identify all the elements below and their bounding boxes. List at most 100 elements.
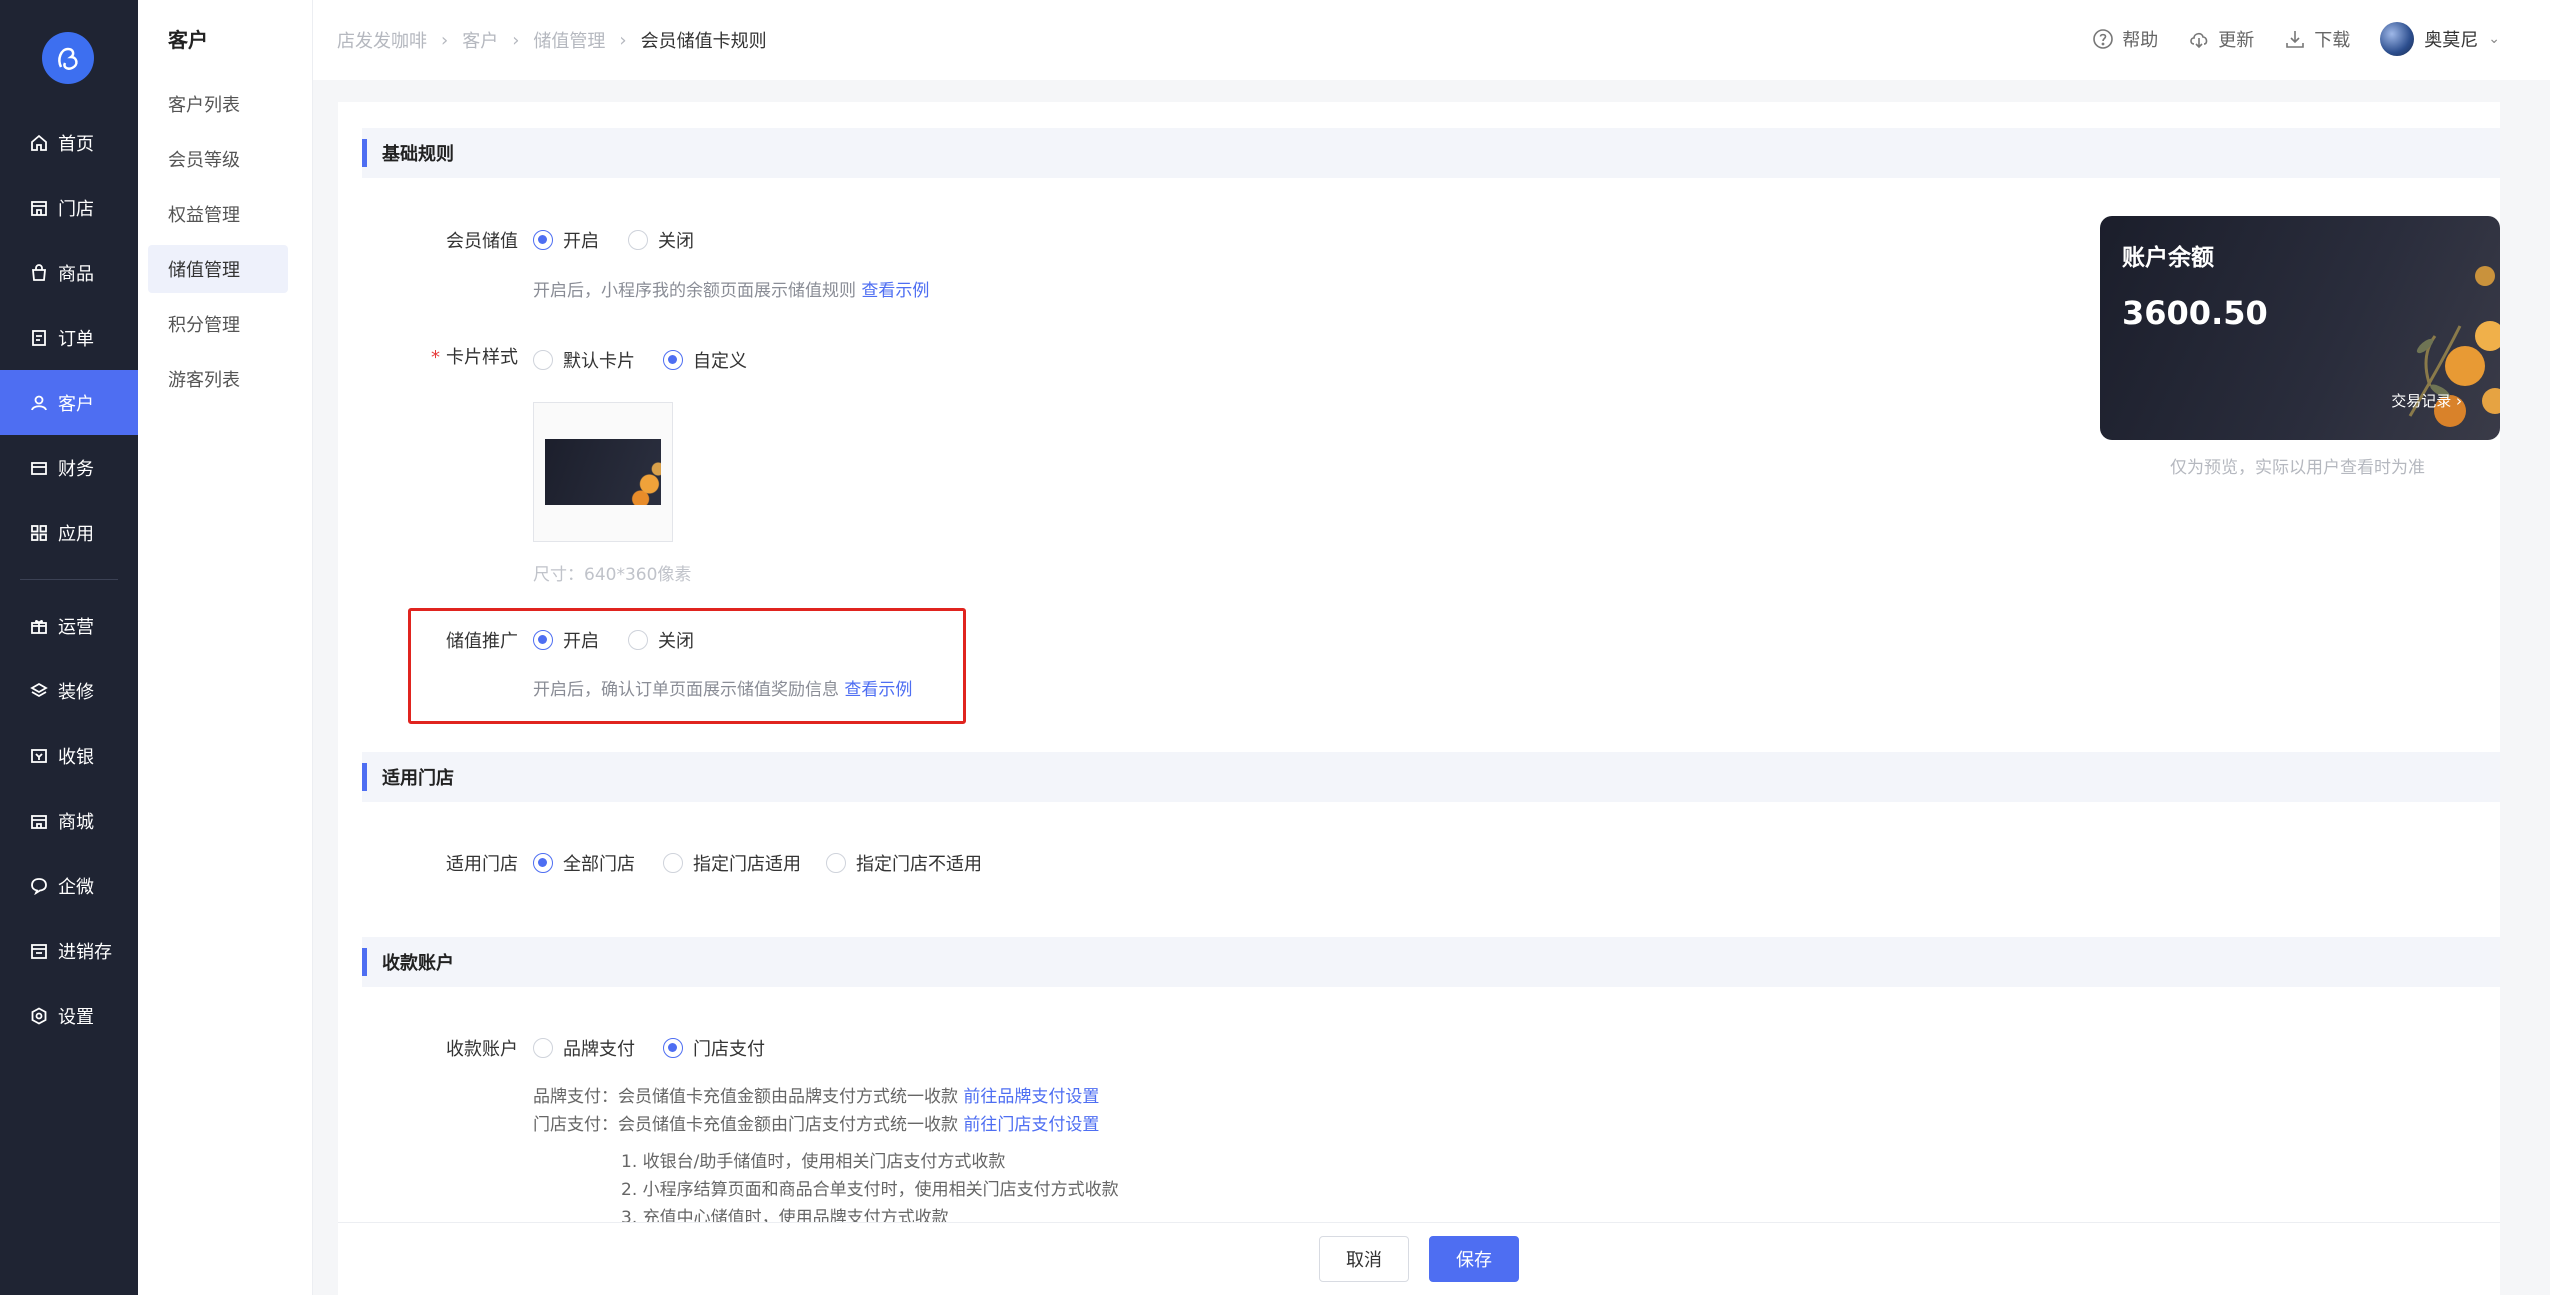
radio-unchecked-icon — [826, 853, 846, 873]
all-stores-radio[interactable]: 全部门店 — [533, 850, 635, 876]
specified-stores-radio[interactable]: 指定门店适用 — [663, 850, 801, 876]
submenu-item-benefits[interactable]: 权益管理 — [148, 190, 288, 238]
cancel-button[interactable]: 取消 — [1319, 1236, 1409, 1282]
user-icon — [30, 394, 48, 412]
nav-item-settings[interactable]: 设置 — [0, 983, 138, 1048]
nav-item-decoration[interactable]: 装修 — [0, 658, 138, 723]
avatar — [2380, 22, 2415, 56]
excluded-stores-radio[interactable]: 指定门店不适用 — [826, 850, 982, 876]
nav-item-apps[interactable]: 应用 — [0, 500, 138, 565]
nav-label: 进销存 — [58, 941, 112, 963]
section-accent-bar — [362, 763, 367, 791]
nav-item-customers[interactable]: 客户 — [0, 370, 138, 435]
breadcrumb-item[interactable]: 储值管理 — [533, 27, 605, 53]
brand-pay-desc: 品牌支付：会员储值卡充值金额由品牌支付方式统一收款 前往品牌支付设置 — [533, 1087, 1100, 1107]
nav-item-cashier[interactable]: 收银 — [0, 723, 138, 788]
download-button[interactable]: 下载 — [2284, 26, 2350, 52]
nav-label: 装修 — [58, 681, 94, 703]
nav-item-goods[interactable]: 商品 — [0, 240, 138, 305]
breadcrumb-item[interactable]: 客户 — [462, 27, 498, 53]
brand-logo[interactable] — [42, 32, 94, 84]
section-accent-bar — [362, 139, 367, 167]
preview-title: 账户余额 — [2122, 245, 2214, 271]
logo-icon — [58, 47, 78, 70]
inventory-icon — [30, 942, 48, 960]
nav-item-orders[interactable]: 订单 — [0, 305, 138, 370]
main-content: 基础规则 会员储值 开启 关闭 开启后，小程序我的余额页面展示储值规则 查看示例… — [338, 102, 2500, 1295]
promo-on-radio[interactable]: 开启 — [533, 627, 599, 653]
nav-item-inventory[interactable]: 进销存 — [0, 918, 138, 983]
store-icon — [30, 199, 48, 217]
gift-icon — [30, 617, 48, 635]
see-example-link[interactable]: 查看示例 — [861, 281, 929, 301]
nav-label: 门店 — [58, 198, 94, 220]
brand-pay-settings-link[interactable]: 前往品牌支付设置 — [963, 1087, 1099, 1107]
breadcrumb-current: 会员储值卡规则 — [640, 31, 767, 52]
download-label: 下载 — [2314, 30, 2351, 51]
nav-item-operations[interactable]: 运营 — [0, 593, 138, 658]
card-image-upload[interactable] — [533, 402, 673, 542]
promo-off-radio[interactable]: 关闭 — [628, 627, 694, 653]
stored-value-hint: 开启后，小程序我的余额页面展示储值规则 查看示例 — [533, 281, 930, 301]
section-title: 收款账户 — [382, 953, 454, 974]
nav-label: 应用 — [58, 523, 94, 545]
submenu-item-member-levels[interactable]: 会员等级 — [148, 135, 288, 183]
home-icon — [30, 134, 48, 152]
help-icon — [2093, 29, 2114, 49]
nav-item-home[interactable]: 首页 — [0, 110, 138, 175]
submenu-item-visitors[interactable]: 游客列表 — [148, 355, 288, 403]
shop-icon — [30, 812, 48, 830]
breadcrumb-item[interactable]: 店发发咖啡 — [337, 27, 427, 53]
preview-balance: 3600.50 — [2122, 294, 2268, 332]
nav-label: 收银 — [58, 746, 94, 768]
stores-label: 适用门店 — [446, 854, 518, 875]
preview-note: 仅为预览，实际以用户查看时为准 — [2170, 458, 2425, 478]
nav-item-stores[interactable]: 门店 — [0, 175, 138, 240]
submenu-item-stored-value[interactable]: 储值管理 — [148, 245, 288, 293]
brand-pay-radio[interactable]: 品牌支付 — [533, 1035, 635, 1061]
store-pay-settings-link[interactable]: 前往门店支付设置 — [963, 1115, 1099, 1135]
bag-icon — [30, 263, 48, 282]
radio-checked-icon — [533, 630, 553, 650]
top-bar: 店发发咖啡 › 客户 › 储值管理 › 会员储值卡规则 帮助 更新 下载 奥莫尼… — [313, 0, 2550, 80]
breadcrumb-separator-icon: › — [441, 29, 449, 51]
save-button[interactable]: 保存 — [1429, 1236, 1519, 1282]
promo-example-link[interactable]: 查看示例 — [844, 680, 912, 700]
card-custom-radio[interactable]: 自定义 — [663, 347, 747, 373]
radio-checked-icon — [663, 350, 683, 370]
update-button[interactable]: 更新 — [2188, 26, 2254, 52]
radio-checked-icon — [533, 230, 553, 250]
breadcrumb-separator-icon: › — [512, 29, 520, 51]
pay-rule-2: 2. 小程序结算页面和商品合单支付时，使用相关门店支付方式收款 — [621, 1180, 1119, 1200]
chevron-down-icon: ⌄ — [2488, 31, 2500, 47]
help-label: 帮助 — [2122, 30, 2159, 51]
store-pay-desc: 门店支付：会员储值卡充值金额由门店支付方式统一收款 前往门店支付设置 — [533, 1115, 1100, 1135]
nav-item-mall[interactable]: 商城 — [0, 788, 138, 853]
card-default-radio[interactable]: 默认卡片 — [533, 347, 635, 373]
radio-unchecked-icon — [628, 630, 648, 650]
highlight-box — [408, 608, 966, 724]
footer-action-bar: 取消 保存 — [338, 1222, 2500, 1295]
nav-item-wecom[interactable]: 企微 — [0, 853, 138, 918]
wallet-icon — [30, 459, 48, 477]
download-icon — [2286, 31, 2305, 48]
stored-value-off-radio[interactable]: 关闭 — [628, 227, 694, 253]
store-pay-radio[interactable]: 门店支付 — [663, 1035, 765, 1061]
section-basic-rules: 基础规则 — [362, 128, 2500, 178]
user-name: 奥莫尼 — [2424, 30, 2479, 51]
submenu-title: 客户 — [168, 28, 208, 52]
help-button[interactable]: 帮助 — [2092, 26, 2158, 52]
submenu-item-points[interactable]: 积分管理 — [148, 300, 288, 348]
nav-label: 运营 — [58, 616, 94, 638]
user-menu[interactable]: 奥莫尼 ⌄ — [2380, 22, 2500, 56]
submenu-item-customer-list[interactable]: 客户列表 — [148, 80, 288, 128]
nav-label: 财务 — [58, 458, 94, 480]
section-accent-bar — [362, 948, 367, 976]
nav-item-finance[interactable]: 财务 — [0, 435, 138, 500]
nav-divider — [20, 579, 118, 580]
stored-value-on-radio[interactable]: 开启 — [533, 227, 599, 253]
nav-label: 企微 — [58, 876, 94, 898]
order-icon — [30, 329, 48, 347]
cashier-icon — [30, 747, 48, 765]
breadcrumb: 店发发咖啡 › 客户 › 储值管理 › 会员储值卡规则 — [337, 27, 767, 53]
